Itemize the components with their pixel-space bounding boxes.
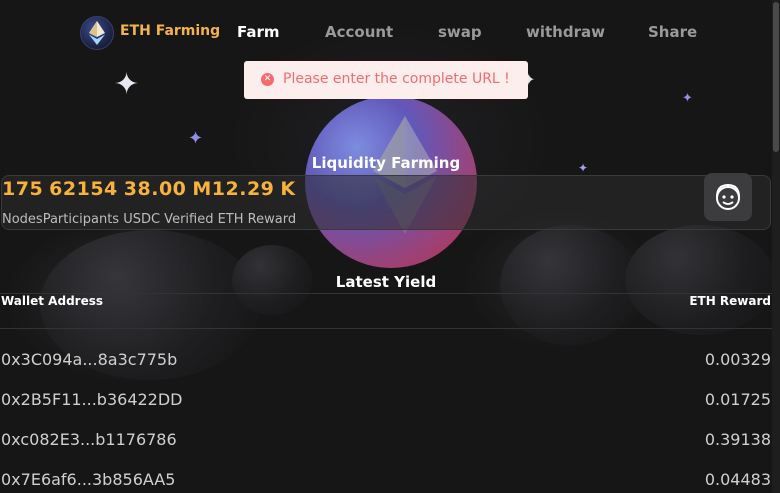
page-scrollbar[interactable] <box>772 0 780 493</box>
yield-table-header: Wallet Address ETH Reward <box>0 293 772 329</box>
table-row: 0x3C094a...8a3c775b 0.00329 <box>0 350 772 390</box>
error-toast: ✕ Please enter the complete URL ! <box>244 61 528 99</box>
error-circle-icon: ✕ <box>261 73 274 86</box>
eth-logo-icon[interactable] <box>80 16 114 50</box>
sparkle-star-icon: ✦ <box>114 67 140 102</box>
sparkle-star-icon: ✦ <box>188 128 204 149</box>
scrollbar-thumb[interactable] <box>773 2 779 152</box>
table-row: 0xc082E3...b1176786 0.39138 <box>0 430 772 470</box>
wallet-address: 0xc082E3...b1176786 <box>1 430 177 449</box>
nav-swap[interactable]: swap <box>438 23 482 41</box>
hero-title: Liquidity Farming <box>311 154 461 172</box>
wallet-address: 0x7E6af6...3b856AA5 <box>1 470 176 489</box>
customer-support-button[interactable] <box>704 173 752 221</box>
nav-account[interactable]: Account <box>325 23 393 41</box>
eth-reward: 0.00329 <box>704 350 771 369</box>
table-row: 0x2B5F11...b36422DD 0.01725 <box>0 390 772 430</box>
stat-eth-reward: K <box>280 178 296 200</box>
wallet-address: 0x2B5F11...b36422DD <box>1 390 183 409</box>
eth-reward: 0.39138 <box>704 430 771 449</box>
eth-reward: 0.01725 <box>704 390 771 409</box>
stat-nodes: 175 <box>2 178 44 200</box>
top-navigation: ETH Farming Farm Account swap withdraw S… <box>0 0 780 64</box>
stats-values: 175 62154 38.00 M12.29 K <box>2 178 302 200</box>
wallet-address: 0x3C094a...8a3c775b <box>1 350 178 369</box>
toast-message: Please enter the complete URL ! <box>283 71 510 87</box>
column-wallet-address: Wallet Address <box>1 294 103 308</box>
table-row: 0x7E6af6...3b856AA5 0.04483 <box>0 470 772 493</box>
stats-labels: NodesParticipants USDC Verified ETH Rewa… <box>2 212 297 227</box>
sparkle-star-icon: ✦ <box>682 91 693 106</box>
brand-name[interactable]: ETH Farming <box>120 23 220 39</box>
eth-reward: 0.04483 <box>704 470 771 489</box>
stat-usdc: 38.00 <box>123 178 187 200</box>
nav-share[interactable]: Share <box>648 23 697 41</box>
nav-farm[interactable]: Farm <box>237 23 280 41</box>
column-eth-reward: ETH Reward <box>689 294 771 308</box>
customer-support-icon <box>716 183 740 210</box>
nav-withdraw[interactable]: withdraw <box>526 23 605 41</box>
stat-verified: M12.29 <box>192 178 275 200</box>
latest-yield-title: Latest Yield <box>335 273 437 291</box>
stat-participants: 62154 <box>49 178 118 200</box>
